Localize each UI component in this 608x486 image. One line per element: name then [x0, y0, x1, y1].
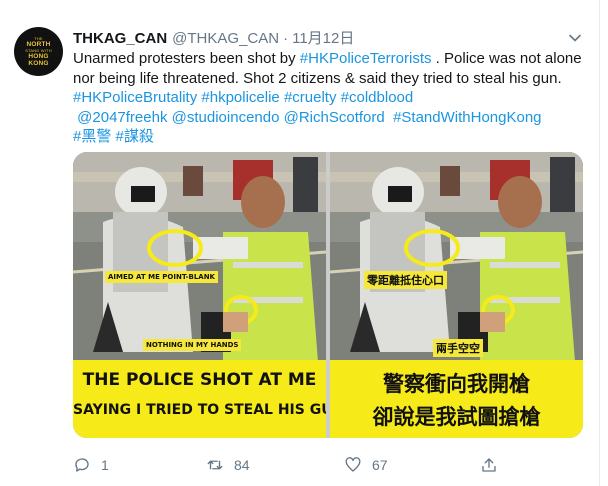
hashtag-link[interactable]: #StandWithHongKong	[393, 109, 541, 126]
label-aimed: AIMED AT ME POINT-BLANK	[105, 271, 218, 283]
tweet-card[interactable]: THE NORTH STAND WITH HONG KONG THKAG_CAN…	[0, 0, 600, 486]
label-hands: NOTHING IN MY HANDS	[143, 339, 242, 351]
like-count: 67	[372, 457, 388, 473]
photo-chinese[interactable]: 零距離抵住心口 兩手空空 警察衝向我開槍 卻說是我試圖搶槍	[330, 152, 583, 438]
label-aimed: 零距離抵住心口	[364, 271, 447, 289]
author-name[interactable]: THKAG_CAN	[73, 30, 167, 47]
photo-english[interactable]: AIMED AT ME POINT-BLANK NOTHING IN MY HA…	[73, 152, 326, 438]
hashtag-link[interactable]: #hkpolicelie	[201, 89, 279, 106]
like-button[interactable]: 67	[344, 456, 388, 474]
reply-button[interactable]: 1	[73, 456, 109, 474]
hashtag-link[interactable]: #cruelty	[284, 89, 337, 106]
separator-dot: ·	[283, 30, 289, 47]
avatar-logo: THE NORTH STAND WITH HONG KONG	[25, 36, 52, 67]
caption-line-1: 警察衝向我開槍	[383, 372, 530, 396]
tweet-actions: 1 84 67	[73, 456, 513, 476]
hashtag-link[interactable]: #HKPoliceBrutality	[73, 89, 197, 106]
tweet-text: Unarmed protesters been shot by #HKPolic…	[73, 49, 588, 147]
author-handle[interactable]: @THKAG_CAN	[172, 30, 279, 47]
retweet-count: 84	[234, 457, 250, 473]
reply-icon	[75, 458, 89, 472]
caption-line-2: SAYING I TRIED TO STEAL HIS GUN	[73, 402, 326, 418]
hashtag-link[interactable]: #HKPoliceTerrorists	[300, 50, 432, 67]
mention-link[interactable]: @studioincendo	[172, 109, 280, 126]
media-grid[interactable]: AIMED AT ME POINT-BLANK NOTHING IN MY HA…	[73, 152, 583, 438]
mention-link[interactable]: @RichScotford	[284, 109, 385, 126]
retweet-icon	[207, 460, 223, 470]
hashtag-link[interactable]: #黑警	[73, 128, 111, 145]
mention-link[interactable]: @2047freehk	[77, 109, 167, 126]
avatar[interactable]: THE NORTH STAND WITH HONG KONG	[14, 27, 63, 76]
tweet-timestamp[interactable]: 11月12日	[292, 27, 354, 48]
retweet-button[interactable]: 84	[206, 456, 250, 474]
label-hands: 兩手空空	[433, 339, 483, 357]
caption-line-2: 卻說是我試圖搶槍	[372, 405, 541, 429]
tweet-header: THKAG_CAN @THKAG_CAN · 11月12日	[73, 27, 354, 49]
heart-icon	[345, 457, 361, 472]
tweet-text-part: Unarmed protesters been shot by	[73, 50, 300, 67]
chevron-down-icon[interactable]	[568, 31, 582, 45]
share-button[interactable]	[480, 456, 508, 474]
caption-band: 警察衝向我開槍 卻說是我試圖搶槍	[330, 360, 583, 438]
reply-count: 1	[101, 457, 109, 473]
hashtag-link[interactable]: #coldblood	[341, 89, 414, 106]
share-icon	[482, 458, 496, 472]
caption-line-1: THE POLICE SHOT AT ME	[82, 370, 317, 390]
hashtag-link[interactable]: #謀殺	[116, 128, 154, 145]
caption-band: THE POLICE SHOT AT ME SAYING I TRIED TO …	[73, 360, 326, 438]
